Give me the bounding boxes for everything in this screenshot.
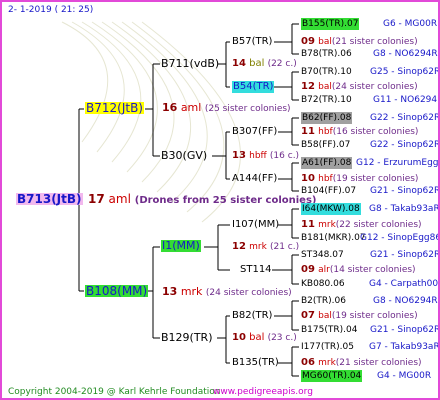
gen4-queen-name[interactable]: KB080.06 (301, 278, 345, 290)
gen4-queen-name[interactable]: MG60(TR).04 (301, 370, 363, 382)
gen3-colony-count: 12 bal(24 sister colonies) (301, 81, 418, 92)
gen3-colony-count: 09 bal(21 sister colonies) (301, 36, 418, 47)
pedigree-frame: 2- 1-2019 ( 21: 25) B713(JtB) 17 aml (Dr… (0, 0, 440, 400)
gen4-queen-name[interactable]: A61(FF).08 (301, 157, 353, 169)
gen4-queen-name[interactable]: B155(TR).07 (301, 18, 360, 30)
gen3-queen-name[interactable]: A144(FF) (232, 173, 277, 185)
gen4-info: G7 - Takab93aR (369, 342, 440, 352)
gen4-info: G22 - Sinop62R (370, 113, 440, 123)
gen2-queen-name[interactable]: B129(TR) (161, 332, 213, 344)
gen3-colony-count: 07 bal(19 sister colonies) (301, 310, 418, 321)
gen4-queen-name[interactable]: B62(FF).08 (301, 112, 353, 124)
gen4-info: G8 - NO6294R (373, 296, 438, 306)
header-date: 2- 1-2019 ( 21: 25) (8, 5, 94, 15)
gen1-colony-count: 13 mrk (24 sister colonies) (162, 285, 292, 299)
gen2-colony-count: 13 hbff (16 c.) (232, 150, 300, 161)
gen1-queen-name[interactable]: B712(JtB) (85, 102, 144, 114)
gen4-info: G11 - NO6294R (373, 95, 440, 105)
gen4-info: G12 - SinopEgg86R (360, 233, 440, 243)
gen4-info: G4 - Carpath00R (369, 279, 440, 289)
gen1-colony-count: 16 aml (25 sister colonies) (162, 101, 291, 115)
gen3-queen-name[interactable]: B82(TR) (232, 310, 272, 322)
gen3-queen-name[interactable]: B54(TR) (232, 81, 275, 93)
root-colony-count: 17 aml (Drones from 25 sister colonies) (88, 192, 317, 206)
gen2-colony-count: 10 bal (23 c.) (232, 332, 297, 343)
gen4-queen-name[interactable]: B175(TR).04 (301, 324, 357, 336)
gen4-info: G21 - Sinop62R (370, 186, 440, 196)
gen4-queen-name[interactable]: B72(TR).10 (301, 94, 352, 106)
gen3-queen-name[interactable]: B307(FF) (232, 126, 277, 138)
gen2-queen-name[interactable]: B30(GV) (161, 150, 207, 162)
gen3-colony-count: 06 mrk(21 sister colonies) (301, 357, 422, 368)
gen4-info: G8 - Takab93aR (369, 204, 440, 214)
gen4-queen-name[interactable]: B58(FF).07 (301, 139, 350, 151)
gen1-queen-name[interactable]: B108(MM) (85, 285, 149, 297)
gen3-queen-name[interactable]: ST114 (240, 264, 272, 276)
gen2-colony-count: 14 bal (22 c.) (232, 58, 297, 69)
gen4-info: G21 - Sinop62R (370, 250, 440, 260)
gen4-info: G8 - NO6294R (373, 49, 438, 59)
gen3-colony-count: 11 mrk(22 sister colonies) (301, 219, 422, 230)
gen2-queen-name[interactable]: B711(vdB) (161, 58, 219, 70)
gen4-info: G21 - Sinop62R (370, 325, 440, 335)
gen4-queen-name[interactable]: B2(TR).06 (301, 295, 346, 307)
gen2-queen-name[interactable]: I1(MM) (161, 240, 201, 252)
gen4-info: G25 - Sinop62R (370, 67, 440, 77)
gen4-info: G22 - Sinop62R (370, 140, 440, 150)
footer-website-link[interactable]: www.pedigreeapis.org (213, 386, 313, 398)
gen3-colony-count: 11 hbf(16 sister colonies) (301, 126, 419, 137)
gen3-colony-count: 10 hbf(19 sister colonies) (301, 173, 419, 184)
gen3-queen-name[interactable]: B57(TR) (232, 36, 272, 48)
gen3-colony-count: 09 alr(14 sister colonies) (301, 264, 416, 275)
gen3-queen-name[interactable]: B135(TR) (232, 357, 279, 369)
gen4-queen-name[interactable]: I177(TR).05 (301, 341, 354, 353)
gen4-queen-name[interactable]: B70(TR).10 (301, 66, 352, 78)
gen4-queen-name[interactable]: ST348.07 (301, 249, 344, 261)
gen4-queen-name[interactable]: B104(FF).07 (301, 185, 356, 197)
gen4-queen-name[interactable]: B78(TR).06 (301, 48, 352, 60)
footer-copyright: Copyright 2004-2019 @ Karl Kehrle Founda… (8, 387, 221, 397)
gen4-info: G12 - ErzurumEgg88 (356, 158, 439, 168)
gen4-queen-name[interactable]: B181(MKR).07 (301, 232, 366, 244)
root-queen-name[interactable]: B713(JtB) (16, 193, 83, 205)
gen2-colony-count: 12 mrk (21 c.) (232, 241, 300, 252)
gen3-queen-name[interactable]: I107(MM) (232, 219, 279, 231)
gen4-queen-name[interactable]: I64(MKW).08 (301, 203, 361, 215)
gen4-info: G6 - MG00R (383, 19, 438, 29)
gen4-info: G4 - MG00R (377, 371, 432, 381)
